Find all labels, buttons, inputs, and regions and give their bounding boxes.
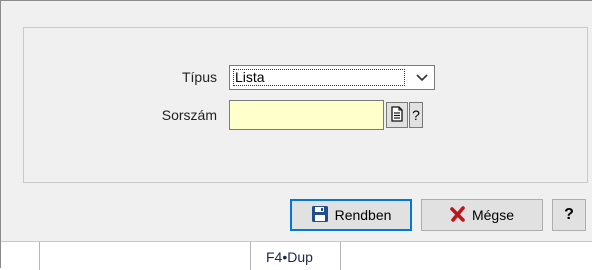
dialog-window: Típus Lista Sorszám ? Rendben Mégse ? F4…: [0, 0, 592, 270]
rendben-label: Rendben: [334, 207, 392, 223]
document-icon: [390, 105, 404, 125]
help-button[interactable]: ?: [552, 199, 586, 231]
chevron-down-icon: [415, 70, 429, 84]
f4-dup-shortcut[interactable]: F4•Dup: [266, 249, 313, 265]
document-button[interactable]: [386, 102, 408, 128]
red-x-icon: [450, 205, 466, 225]
megse-label: Mégse: [471, 207, 515, 223]
tipus-select[interactable]: Lista: [229, 65, 435, 90]
sorszam-input[interactable]: [229, 100, 384, 130]
sorszam-help-button[interactable]: ?: [409, 102, 423, 128]
bottom-toolbar: F4•Dup: [1, 241, 592, 270]
rendben-button[interactable]: Rendben: [290, 199, 412, 231]
floppy-icon: [311, 205, 329, 226]
sorszam-label: Sorszám: [161, 107, 217, 123]
toolbar-separator: [250, 242, 251, 270]
toolbar-separator: [340, 242, 341, 270]
toolbar-separator: [39, 242, 40, 270]
tipus-label: Típus: [181, 69, 217, 85]
tipus-selected-value: Lista: [233, 69, 405, 86]
megse-button[interactable]: Mégse: [421, 199, 543, 231]
